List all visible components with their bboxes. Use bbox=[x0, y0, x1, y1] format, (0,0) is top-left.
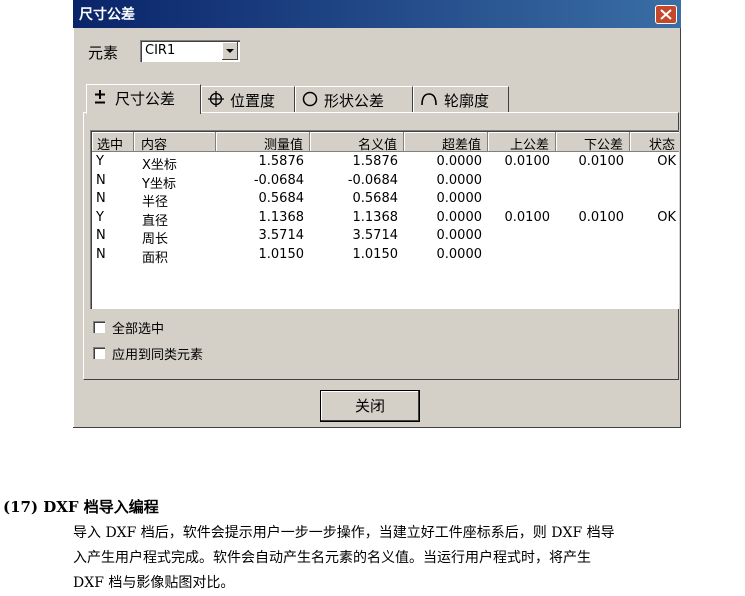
table-cell: Y坐标 bbox=[142, 176, 176, 192]
table-cell: 1.0150 bbox=[258, 246, 305, 262]
table-cell: 面积 bbox=[142, 250, 169, 266]
table-cell: 0.5684 bbox=[258, 191, 305, 206]
plus-minus-icon bbox=[95, 90, 105, 104]
element-select-dropdown-button[interactable] bbox=[222, 42, 238, 60]
column-header[interactable]: 上公差 bbox=[488, 132, 556, 153]
table-cell: N bbox=[96, 246, 106, 262]
position-crosshair-icon bbox=[208, 91, 224, 107]
table-cell: 0.0000 bbox=[436, 228, 483, 243]
table-cell: 0.0000 bbox=[436, 172, 483, 188]
section-heading: (17) DXF 档导入编程 bbox=[3, 498, 159, 516]
paragraph-line: 导入 DXF 档后，软件会提示用户一步一步操作，当建立好工件座标系后，则 DXF… bbox=[73, 525, 615, 541]
table-cell: 1.5876 bbox=[352, 154, 399, 169]
table-cell: 0.5684 bbox=[352, 191, 399, 206]
tab-profile[interactable]: 轮廓度 bbox=[413, 86, 509, 112]
apply-to-same-type-checkbox[interactable] bbox=[93, 347, 105, 359]
title-bar[interactable]: 尺寸公差 bbox=[73, 0, 681, 28]
paragraph-line: 入产生用户程式完成。软件会自动产生名元素的名义值。当运行用户程式时，将产生 bbox=[73, 550, 591, 566]
element-select-value: CIR1 bbox=[145, 43, 176, 58]
table-cell: 1.5876 bbox=[258, 154, 305, 169]
tab-label: 轮廓度 bbox=[444, 92, 490, 110]
close-window-button[interactable] bbox=[655, 5, 677, 24]
circle-icon bbox=[302, 91, 318, 107]
column-header[interactable]: 名义值 bbox=[310, 132, 404, 153]
table-cell: 半径 bbox=[142, 195, 169, 210]
table-cell: 3.5714 bbox=[258, 228, 305, 243]
column-header[interactable]: 选中 bbox=[92, 132, 134, 153]
table-cell: 0.0100 bbox=[578, 154, 625, 169]
table-cell: OK bbox=[657, 154, 676, 169]
element-label: 元素 bbox=[88, 44, 119, 62]
table-cell: 0.0000 bbox=[436, 246, 483, 262]
tab-form-tolerance[interactable]: 形状公差 bbox=[295, 86, 413, 112]
tolerance-table[interactable]: 选中 内容 测量值 名义值 超差值 上公差 下公差 状态 Y X坐标 1.5876 1… bbox=[90, 130, 679, 309]
select-all-label: 全部选中 bbox=[112, 322, 165, 337]
apply-to-same-type-label: 应用到同类元素 bbox=[112, 348, 204, 363]
table-cell: 1.1368 bbox=[352, 209, 399, 225]
select-all-checkbox[interactable] bbox=[93, 321, 105, 333]
tab-label: 尺寸公差 bbox=[115, 90, 176, 108]
table-cell: 3.5714 bbox=[352, 228, 399, 243]
table-cell: N bbox=[96, 191, 106, 206]
table-cell: -0.0684 bbox=[347, 172, 398, 188]
table-cell: 周长 bbox=[142, 232, 169, 247]
column-header[interactable]: 测量值 bbox=[216, 132, 310, 153]
close-button[interactable]: 关闭 bbox=[320, 390, 420, 422]
table-cell: 0.0100 bbox=[504, 154, 551, 169]
table-cell: 0.0100 bbox=[578, 209, 625, 225]
table-cell: -0.0684 bbox=[253, 172, 304, 188]
table-cell: 直径 bbox=[142, 213, 169, 229]
arc-icon bbox=[421, 93, 437, 106]
table-cell: 0.0100 bbox=[504, 209, 551, 225]
column-header[interactable]: 内容 bbox=[134, 132, 216, 153]
dialog-title: 尺寸公差 bbox=[79, 7, 135, 23]
close-icon bbox=[660, 9, 672, 20]
table-cell: X坐标 bbox=[142, 158, 177, 173]
table-cell: N bbox=[96, 172, 106, 188]
table-cell: 1.1368 bbox=[258, 209, 305, 225]
table-cell: 0.0000 bbox=[436, 154, 483, 169]
table-cell: N bbox=[96, 228, 106, 243]
table-cell: 1.0150 bbox=[352, 246, 399, 262]
tab-label: 位置度 bbox=[230, 92, 276, 110]
table-cell: Y bbox=[96, 209, 104, 225]
element-select[interactable]: CIR1 bbox=[140, 40, 240, 62]
column-header[interactable]: 状态 bbox=[630, 132, 679, 153]
tab-label: 形状公差 bbox=[324, 92, 385, 110]
table-cell: 0.0000 bbox=[436, 209, 483, 225]
chevron-down-icon bbox=[226, 49, 234, 53]
paragraph-line: DXF 档与影像贴图对比。 bbox=[73, 575, 235, 591]
table-cell: 0.0000 bbox=[436, 191, 483, 206]
table-cell: OK bbox=[657, 209, 676, 225]
tab-position[interactable]: 位置度 bbox=[201, 86, 295, 112]
column-header[interactable]: 超差值 bbox=[404, 132, 488, 153]
tab-dimension-tolerance[interactable]: 尺寸公差 bbox=[86, 84, 201, 114]
table-cell: Y bbox=[96, 154, 104, 169]
dimension-tolerance-dialog: 尺寸公差 元素 CIR1 尺寸公差 位置度 形状公差 轮廓度 选中 内容 测量值… bbox=[73, 0, 681, 428]
column-header[interactable]: 下公差 bbox=[556, 132, 630, 153]
